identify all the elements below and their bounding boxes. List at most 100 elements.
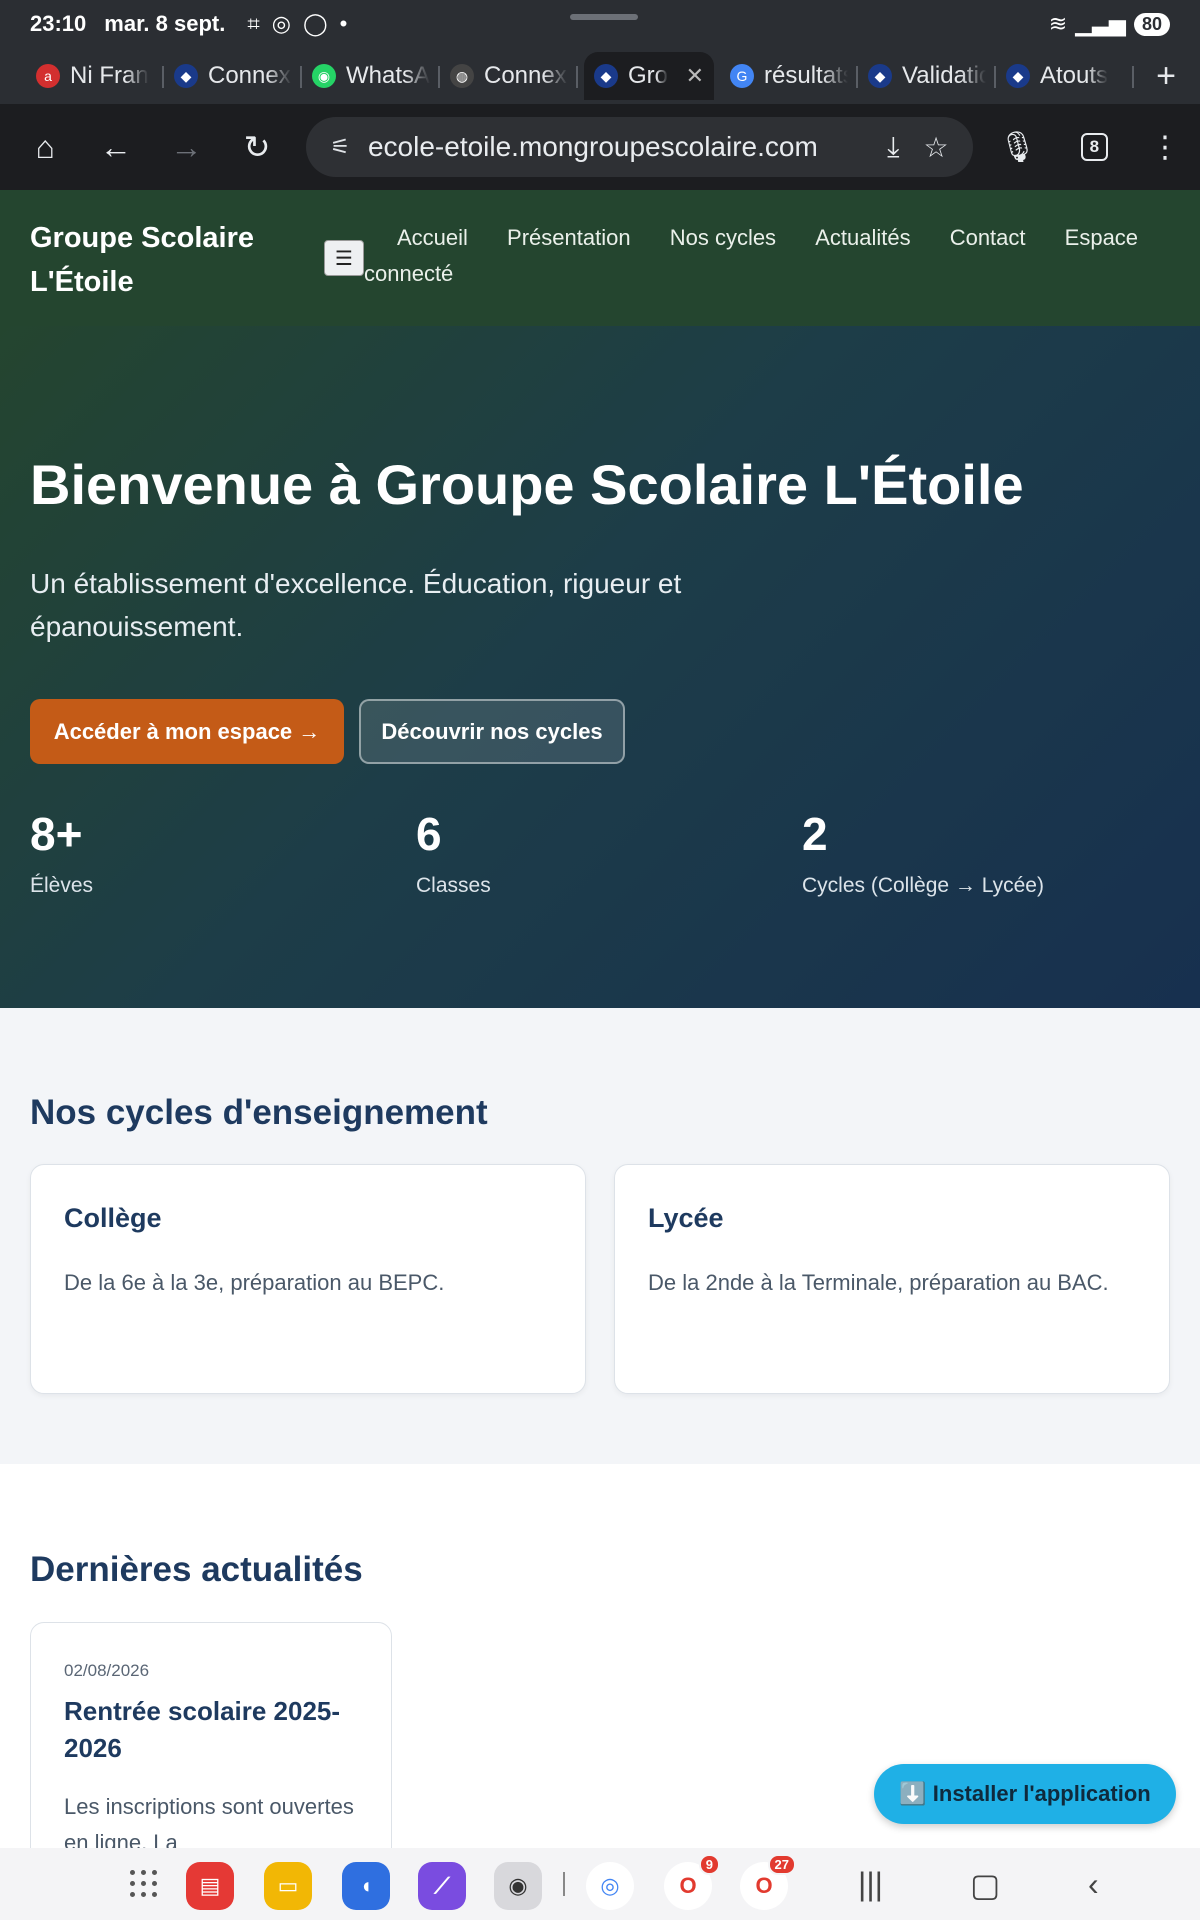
tab-favicon-icon: ◆ [174,64,198,88]
news-headline[interactable]: Rentrée scolaire 2025-2026 [64,1693,354,1767]
site-brand[interactable]: Groupe Scolaire L'Étoile [30,216,270,304]
browser-tab[interactable]: a Ni Fran [26,52,164,100]
tab-title: résultats [764,62,848,89]
opera-app-icon[interactable]: O 27 [740,1854,796,1910]
cycles-title: Nos cycles d'enseignement [30,1093,488,1132]
nav-nos-cycles[interactable]: Nos cycles [670,225,776,250]
nav-espace-connecte[interactable]: connecté [364,256,1164,292]
cycle-card-lycee[interactable]: Lycée De la 2nde à la Terminale, prépara… [614,1164,1170,1394]
browser-tab[interactable]: Grésultats [720,52,858,100]
browser-toolbar: ⌂ ← → ↻ ⚟ ecole-etoile.mongroupescolaire… [0,104,1200,190]
notification-badge: 27 [767,1854,796,1875]
install-app-icon[interactable]: ⤓ [887,131,899,164]
main-nav: Accueil Présentation Nos cycles Actualit… [364,220,1164,292]
home-button-icon[interactable]: ▢ [970,1866,1000,1904]
url-text[interactable]: ecole-etoile.mongroupescolaire.com [368,131,863,163]
nav-accueil[interactable]: Accueil [397,225,468,250]
tab-title: Gro [628,62,669,89]
install-app-button[interactable]: ⬇️ Installer l'application [874,1764,1176,1824]
address-bar[interactable]: ⚟ ecole-etoile.mongroupescolaire.com ⤓ ☆ [306,117,973,177]
brand-line-1: Groupe Scolaire [30,222,255,254]
news-card[interactable]: 02/08/2026 Rentrée scolaire 2025-2026 Le… [30,1622,392,1848]
opera-mini-app-icon[interactable]: O9 [664,1854,720,1910]
site-header: Groupe Scolaire L'Étoile ☰ Accueil Prése… [0,190,1200,326]
tab-favicon-icon: ◆ [594,64,618,88]
brand-line-2: L'Étoile [30,266,134,298]
messages-app-icon[interactable]: ◖ [342,1862,390,1910]
bookmark-star-icon[interactable]: ☆ [923,131,948,164]
browser-tab[interactable]: ◆ Validation [858,52,996,100]
back-button-icon[interactable]: ‹ [1088,1866,1099,1903]
recents-icon[interactable]: ||| [858,1866,883,1903]
close-tab-icon[interactable]: ✕ [686,63,704,89]
tab-title: WhatsApp [346,62,430,89]
more-notifications-icon: • [339,11,348,36]
tab-favicon-icon: ◆ [868,64,892,88]
drag-handle[interactable] [570,14,638,20]
news-date: 02/08/2026 [64,1661,150,1680]
home-icon[interactable]: ⌂ [20,121,71,173]
access-space-button[interactable]: Accéder à mon espace → [30,699,344,764]
new-tab-button[interactable]: + [1156,57,1176,96]
status-bar: 23:10 mar. 8 sept. ⌗ ◎ ◯ • ≋ ▁▃▅ 80 [0,0,1200,48]
nav-presentation[interactable]: Présentation [507,225,631,250]
cycle-description: De la 2nde à la Terminale, préparation a… [648,1270,1109,1295]
cycle-description: De la 6e à la 3e, préparation au BEPC. [64,1270,445,1295]
nav-actualites[interactable]: Actualités [815,225,910,250]
status-time: 23:10 [30,11,87,36]
whatsapp-notification-icon: ◯ [302,11,328,36]
dock-separator [563,1872,565,1896]
microphone-icon[interactable]: 🎙 [999,130,1037,165]
chrome-app-icon[interactable]: ◎ [586,1862,634,1910]
camera-app-icon[interactable]: ◉ [494,1862,542,1910]
cycle-name: Lycée [648,1203,724,1233]
tab-title: Ni Fran [70,62,149,89]
tab-strip: a Ni Fran ◆ Connexion ◉ WhatsApp ◍ Connexion ◆ Gr… [0,48,1200,104]
reload-icon[interactable]: ↻ [232,121,283,173]
nav-contact[interactable]: Contact [950,225,1026,250]
stat-label: Cycles (Collège → Lycée) [802,874,1044,897]
tab-title: Connexion [208,62,292,89]
browser-tab[interactable]: ◆ Connexion [164,52,302,100]
tab-title: Validation [902,62,986,89]
tab-title: Connexion [484,62,568,89]
news-excerpt: Les inscriptions sont ouvertes en ligne.… [64,1794,354,1848]
forward-icon[interactable]: → [161,121,212,173]
tab-favicon-icon: G [730,64,754,88]
hero-section: Bienvenue à Groupe Scolaire L'Étoile Un … [0,326,1200,1008]
hero-title: Bienvenue à Groupe Scolaire L'Étoile [30,453,1024,516]
stat-cycles: 2 Cycles (Collège → Lycée) [802,806,1044,898]
screenshot-icon: ⌗ [247,11,260,36]
browser-tab[interactable]: ◆ Gro ✕ [584,52,714,100]
battery-indicator: 80 [1133,12,1170,36]
back-icon[interactable]: ← [91,121,142,173]
nav-espace[interactable]: Espace [1065,225,1138,250]
browser-tab[interactable]: ◉ WhatsApp [302,52,440,100]
news-title: Dernières actualités [30,1550,363,1589]
signal-icon: ▁▃▅ [1075,11,1126,36]
menu-toggle-button[interactable]: ☰ [324,240,364,276]
status-date: mar. 8 sept. [104,11,226,36]
tab-switcher-button[interactable]: 8 [1080,133,1109,161]
chrome-notification-icon: ◎ [271,11,291,36]
stat-students: 8+ Élèves [30,806,93,898]
wifi-icon: ≋ [1048,11,1068,36]
stat-label: Élèves [30,874,94,897]
discover-cycles-button[interactable]: Découvrir nos cycles [359,699,625,764]
browser-tab[interactable]: ◍ Connexion [440,52,578,100]
cycle-card-college[interactable]: Collège De la 6e à la 3e, préparation au… [30,1164,586,1394]
site-settings-icon[interactable]: ⚟ [330,134,350,160]
internet-app-icon[interactable]: ⟋ [418,1862,466,1910]
stat-value: 2 [802,808,828,860]
app-drawer-icon[interactable] [130,1870,158,1898]
stat-classes: 6 Classes [416,806,491,898]
tab-favicon-icon: a [36,64,60,88]
menu-kebab-icon[interactable]: ⋮ [1150,130,1180,165]
hero-lead: Un établissement d'excellence. Éducation… [30,568,682,642]
browser-tab[interactable]: ◆ Atouts [996,52,1134,100]
notes-app-icon[interactable]: ▤ [186,1862,234,1910]
tab-title: Atouts [1040,62,1109,89]
files-app-icon[interactable]: ▭ [264,1862,312,1910]
system-nav-bar: ▤ ▭ ◖ ⟋ ◉ ◎ O9 O 27 ||| ▢ ‹ [0,1848,1200,1920]
tab-favicon-icon: ◍ [450,64,474,88]
